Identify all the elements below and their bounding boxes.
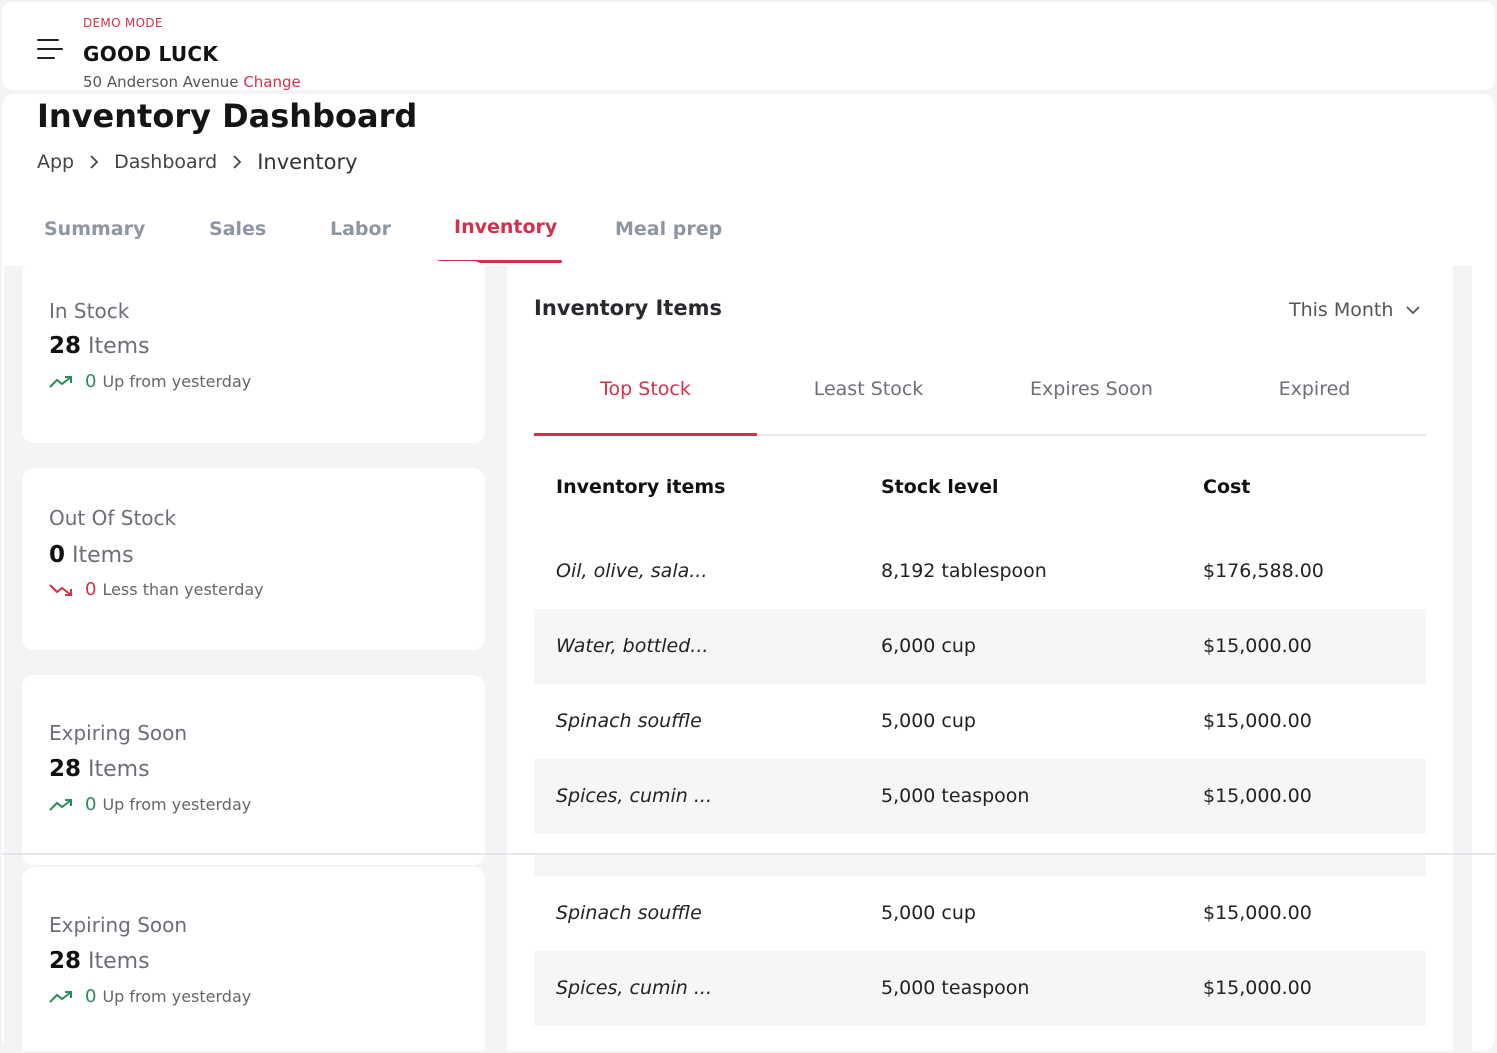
stat-card-out-of-stock[interactable]: Out Of Stock 0 Items 0 Less than yesterda…	[22, 468, 485, 650]
card-count: 28 Items	[49, 948, 150, 974]
item-name: Oil, olive, sala...	[556, 560, 708, 582]
location-address: 50 Anderson Avenue Change	[83, 73, 301, 91]
item-stock: 6,000 cup	[881, 635, 976, 657]
tab-labor[interactable]: Labor	[330, 218, 391, 240]
card-count: 28 Items	[49, 333, 150, 359]
item-stock: 5,000 cup	[881, 902, 976, 924]
tab-summary[interactable]: Summary	[44, 218, 145, 240]
item-cost: $15,000.00	[1203, 977, 1312, 999]
table-header: Inventory items Stock level Cost	[534, 456, 1426, 516]
item-name: Spinach souffle	[556, 902, 702, 924]
card-trend: 0 Less than yesterday	[49, 579, 264, 600]
table-row[interactable]: Spices, cumin ... 5,000 teaspoon $15,000…	[534, 759, 1426, 834]
card-count: 28 Items	[49, 756, 150, 782]
chevron-down-icon	[1406, 306, 1421, 315]
page-title: Inventory Dashboard	[37, 97, 418, 135]
restaurant-name: GOOD LUCK	[83, 42, 219, 66]
demo-mode-label: DEMO MODE	[83, 16, 163, 30]
item-cost: $176,588.00	[1203, 560, 1324, 582]
column-header-cost[interactable]: Cost	[1203, 476, 1250, 498]
item-stock: 5,000 teaspoon	[881, 785, 1030, 807]
card-title: In Stock	[49, 299, 130, 323]
card-trend: 0 Up from yesterday	[49, 986, 251, 1007]
table-row-partial	[534, 854, 1426, 876]
item-cost: $15,000.00	[1203, 902, 1312, 924]
inventory-subtabs: Top Stock Least Stock Expires Soon Expir…	[534, 370, 1426, 436]
item-cost: $15,000.00	[1203, 785, 1312, 807]
item-stock: 5,000 teaspoon	[881, 977, 1030, 999]
menu-icon[interactable]	[37, 39, 63, 61]
table-row[interactable]: Spinach souffle 5,000 cup $15,000.00	[534, 876, 1426, 951]
trend-up-icon	[49, 990, 72, 1003]
trend-up-icon	[49, 375, 72, 388]
item-cost: $15,000.00	[1203, 635, 1312, 657]
active-subtab-indicator	[534, 433, 757, 436]
table-row[interactable]: Spices, cumin ... 5,000 teaspoon $15,000…	[534, 951, 1426, 1026]
item-name: Spinach souffle	[556, 710, 702, 732]
item-name: Water, bottled...	[556, 635, 709, 657]
item-name: Spices, cumin ...	[556, 977, 712, 999]
item-cost: $15,000.00	[1203, 710, 1312, 732]
subtab-expired[interactable]: Expired	[1203, 378, 1426, 400]
column-header-items[interactable]: Inventory items	[556, 476, 726, 498]
subtab-least-stock[interactable]: Least Stock	[757, 378, 980, 400]
subtab-top-stock[interactable]: Top Stock	[534, 378, 757, 400]
breadcrumb-app[interactable]: App	[37, 151, 74, 173]
card-title: Expiring Soon	[49, 913, 188, 937]
card-title: Expiring Soon	[49, 721, 188, 745]
period-label: This Month	[1289, 299, 1394, 321]
item-stock: 5,000 cup	[881, 710, 976, 732]
stat-card-expiring-soon-2[interactable]: Expiring Soon 28 Items 0 Up from yesterda…	[22, 867, 485, 1051]
panel-title: Inventory Items	[534, 296, 722, 320]
stat-card-in-stock[interactable]: In Stock 28 Items 0 Up from yesterday	[22, 261, 485, 443]
tab-bar: Summary Sales Labor Inventory Meal prep	[4, 212, 1494, 264]
card-title: Out Of Stock	[49, 506, 177, 530]
breadcrumb: App Dashboard Inventory	[37, 150, 358, 174]
trend-down-icon	[49, 583, 72, 596]
card-count: 0 Items	[49, 542, 134, 568]
tab-inventory[interactable]: Inventory	[454, 216, 557, 238]
change-location-link[interactable]: Change	[243, 73, 300, 91]
top-bar: DEMO MODE GOOD LUCK 50 Anderson Avenue C…	[2, 2, 1495, 91]
column-header-stock[interactable]: Stock level	[881, 476, 999, 498]
table-row[interactable]: Water, bottled... 6,000 cup $15,000.00	[534, 609, 1426, 684]
card-trend: 0 Up from yesterday	[49, 371, 251, 392]
breadcrumb-dashboard[interactable]: Dashboard	[114, 151, 217, 173]
stat-card-expiring-soon[interactable]: Expiring Soon 28 Items 0 Up from yesterda…	[22, 675, 485, 865]
item-stock: 8,192 tablespoon	[881, 560, 1047, 582]
main-panel: Inventory Dashboard App Dashboard Invent…	[2, 94, 1495, 1051]
tab-sales[interactable]: Sales	[209, 218, 266, 240]
breadcrumb-inventory: Inventory	[257, 150, 358, 174]
card-trend: 0 Up from yesterday	[49, 794, 251, 815]
trend-up-icon	[49, 798, 72, 811]
table-row[interactable]: Spinach souffle 5,000 cup $15,000.00	[534, 684, 1426, 759]
chevron-right-icon	[231, 155, 243, 169]
table-row[interactable]: Oil, olive, sala... 8,192 tablespoon $17…	[534, 534, 1426, 609]
period-dropdown[interactable]: This Month	[1289, 299, 1421, 321]
item-name: Spices, cumin ...	[556, 785, 712, 807]
chevron-right-icon	[88, 155, 100, 169]
inventory-items-panel: Inventory Items This Month Top Stock Lea…	[507, 266, 1453, 1051]
subtab-expires-soon[interactable]: Expires Soon	[980, 378, 1203, 400]
section-divider	[2, 853, 1495, 855]
address-text: 50 Anderson Avenue	[83, 73, 239, 91]
tab-meal-prep[interactable]: Meal prep	[615, 218, 722, 240]
